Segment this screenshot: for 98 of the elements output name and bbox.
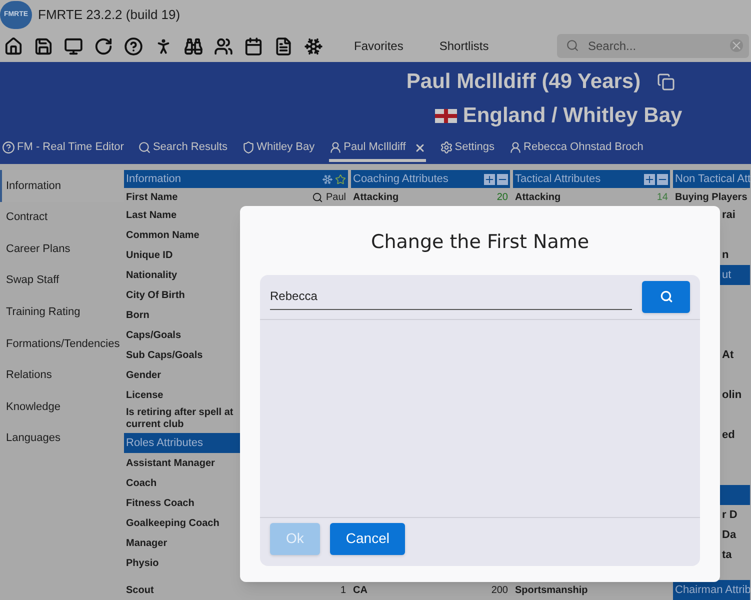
tab-label: Rebecca Ohnstad Broch <box>524 140 644 156</box>
sidebar-item[interactable]: Career Plans <box>0 233 124 265</box>
attribute-value: 200 <box>491 584 508 598</box>
home-icon[interactable] <box>4 36 23 56</box>
expand-icon[interactable] <box>484 174 495 184</box>
window-icon[interactable] <box>656 73 675 91</box>
attribute-label: Sportsmanship <box>515 584 588 598</box>
attribute-label: Is retiring after spell at current club <box>126 407 234 431</box>
attribute-label: License <box>126 388 164 402</box>
attribute-label: Scout <box>126 584 154 598</box>
attribute-label: Assistant Manager <box>126 456 215 470</box>
person-title: Paul McIlldiff (49 Years) <box>406 69 641 96</box>
sidebar-item[interactable]: Knowledge <box>0 391 124 423</box>
search-icon <box>566 39 579 52</box>
sidebar-item[interactable]: Swap Staff <box>0 264 124 296</box>
attribute-value: 20 <box>496 190 508 204</box>
search-icon <box>660 290 672 303</box>
column-title: Coaching Attributes <box>353 172 448 187</box>
close-icon[interactable] <box>414 142 426 154</box>
refresh-icon[interactable] <box>94 36 113 56</box>
attribute-label: First Name <box>126 190 178 204</box>
search-icon <box>138 141 151 154</box>
attribute-label: ed <box>722 428 735 443</box>
attribute-label: Physio <box>126 556 159 570</box>
attribute-label: CA <box>353 584 368 598</box>
attribute-label: Caps/Goals <box>126 328 182 342</box>
person-icon <box>508 141 522 154</box>
attribute-label: Born <box>126 308 150 322</box>
person-icon <box>328 141 342 154</box>
attribute-label: ta <box>722 548 732 563</box>
attribute-label: At <box>722 348 734 363</box>
binoculars-icon[interactable] <box>184 36 203 56</box>
shield-icon <box>242 141 255 154</box>
search-icon[interactable] <box>312 192 323 202</box>
calendar-icon[interactable] <box>244 36 263 56</box>
section-header: Chairman Attrib <box>673 580 750 600</box>
save-icon[interactable] <box>34 36 53 56</box>
attribute-label: n <box>722 248 729 263</box>
snowflake-icon[interactable] <box>304 36 323 56</box>
settings-icon <box>440 141 453 154</box>
attribute-label: r D <box>722 508 738 523</box>
dialog-button[interactable]: Cancel <box>330 522 406 554</box>
attribute-label: Goalkeeping Coach <box>126 516 220 530</box>
attribute-label: Buying Players <box>675 190 748 204</box>
attribute-label: Manager <box>126 536 168 550</box>
attribute-label: City Of Birth <box>126 288 185 302</box>
attribute-label: Common Name <box>126 228 200 242</box>
expand-icon[interactable] <box>644 174 655 184</box>
attribute-value: 14 <box>656 190 668 204</box>
search-field[interactable]: Search... <box>557 34 749 58</box>
attribute-label: rai <box>722 208 736 223</box>
collapse-icon[interactable] <box>657 174 668 184</box>
attribute-label: olin <box>722 388 742 403</box>
tab[interactable]: Search Results <box>138 136 228 162</box>
help-icon[interactable] <box>124 36 143 56</box>
menu-button[interactable]: Favorites <box>354 37 404 55</box>
tab[interactable]: Settings <box>440 136 495 162</box>
dialog-title: Change the First Name <box>370 230 590 255</box>
sidebar-item[interactable]: Relations <box>0 360 124 392</box>
sidebar-item[interactable]: Contract <box>0 202 124 234</box>
sidebar-item[interactable]: Formations/Tendencies <box>0 328 124 360</box>
attribute-label: Unique ID <box>126 248 173 262</box>
menu-button[interactable]: Shortlists <box>439 37 489 55</box>
input-field[interactable]: Rebecca <box>270 284 632 310</box>
star-icon[interactable] <box>335 174 346 184</box>
attribute-value: 1 <box>340 584 346 598</box>
tab[interactable]: FM - Real Time Editor <box>2 136 124 162</box>
tab-label: Search Results <box>152 140 228 156</box>
attribute-label: Da <box>722 528 736 543</box>
tab-label: FM - Real Time Editor <box>17 140 124 156</box>
sidebar-item[interactable]: Training Rating <box>0 296 124 328</box>
tab[interactable]: Whitley Bay <box>242 136 315 162</box>
help-icon <box>2 141 15 154</box>
column-title: Tactical Attributes <box>515 172 601 187</box>
tab-label: Settings <box>454 140 495 156</box>
window-title: FMRTE 23.2.2 (build 19) <box>38 6 180 24</box>
people-icon[interactable] <box>214 36 233 56</box>
tab-label: Paul McIlldiff <box>344 140 406 156</box>
club-subtitle: England / Whitley Bay <box>462 103 682 130</box>
monitor-icon[interactable] <box>64 36 83 56</box>
tab[interactable]: Paul McIlldiff <box>328 136 426 162</box>
sidebar-item[interactable]: Languages <box>0 422 124 454</box>
attribute-label: Coach <box>126 476 157 490</box>
column-title: Information <box>126 172 182 187</box>
search-button[interactable] <box>642 280 690 312</box>
attribute-label: Nationality <box>126 268 178 282</box>
attribute-label: Sub Caps/Goals <box>126 348 203 362</box>
attribute-value: Paul <box>326 190 346 204</box>
tab[interactable]: Rebecca Ohnstad Broch <box>508 136 644 162</box>
document-icon[interactable] <box>274 36 293 56</box>
attribute-label: Fitness Coach <box>126 496 194 510</box>
attribute-label: Attacking <box>515 190 561 204</box>
attribute-label: Gender <box>126 368 162 382</box>
attribute-label: Attacking <box>353 190 399 204</box>
flag-icon <box>434 109 457 123</box>
attribute-label: Last Name <box>126 208 177 222</box>
tab-label: Whitley Bay <box>256 140 315 156</box>
collapse-icon[interactable] <box>497 174 508 184</box>
